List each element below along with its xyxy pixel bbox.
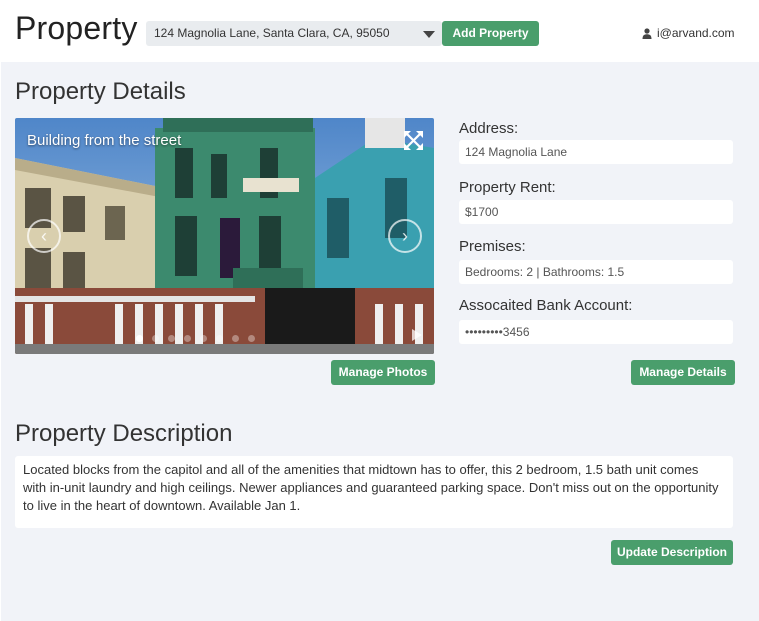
carousel-prev-button[interactable]: ‹	[27, 219, 61, 253]
property-description: Located blocks from the capitol and all …	[15, 456, 733, 528]
selected-property: 124 Magnolia Lane, Santa Clara, CA, 9505…	[154, 26, 390, 40]
carousel-indicators	[136, 335, 255, 342]
user-menu[interactable]: i@arvand.com	[642, 26, 735, 40]
chevron-right-icon: ›	[402, 225, 408, 246]
rent-label: Property Rent:	[459, 179, 556, 196]
main-panel: Property Details Building from the stree…	[1, 62, 759, 621]
details-section-title: Property Details	[15, 78, 186, 105]
carousel-dot[interactable]	[168, 335, 175, 342]
chevron-down-icon	[423, 31, 435, 38]
play-icon[interactable]	[412, 329, 422, 341]
bank-account-value: •••••••••3456	[459, 320, 733, 344]
address-value: 124 Magnolia Lane	[459, 140, 733, 164]
carousel-dot[interactable]	[152, 335, 159, 342]
add-property-button[interactable]: Add Property	[442, 21, 539, 46]
premises-label: Premises:	[459, 238, 526, 255]
manage-photos-button[interactable]: Manage Photos	[331, 360, 435, 385]
carousel-dot[interactable]	[136, 335, 143, 342]
carousel-dot[interactable]	[248, 335, 255, 342]
update-description-button[interactable]: Update Description	[611, 540, 733, 565]
expand-icon[interactable]	[404, 131, 423, 150]
app-title: Property	[15, 10, 138, 46]
user-icon	[642, 27, 652, 39]
top-bar: Property 124 Magnolia Lane, Santa Clara,…	[0, 0, 759, 62]
property-photo	[15, 118, 434, 354]
description-section-title: Property Description	[15, 420, 233, 447]
carousel-caption: Building from the street	[27, 132, 182, 149]
address-label: Address:	[459, 120, 519, 137]
carousel-next-button[interactable]: ›	[388, 219, 422, 253]
carousel-dot[interactable]	[200, 335, 207, 342]
premises-value: Bedrooms: 2 | Bathrooms: 1.5	[459, 260, 733, 284]
manage-details-button[interactable]: Manage Details	[631, 360, 735, 385]
photo-carousel[interactable]: Building from the street ‹ ›	[15, 118, 434, 354]
bank-account-label: Assocaited Bank Account:	[459, 297, 633, 314]
carousel-dot[interactable]	[184, 335, 191, 342]
carousel-dot[interactable]	[216, 335, 223, 342]
user-email: i@arvand.com	[657, 26, 735, 40]
chevron-left-icon: ‹	[41, 225, 47, 246]
rent-value: $1700	[459, 200, 733, 224]
property-select[interactable]: 124 Magnolia Lane, Santa Clara, CA, 9505…	[146, 21, 442, 46]
carousel-dot[interactable]	[232, 335, 239, 342]
